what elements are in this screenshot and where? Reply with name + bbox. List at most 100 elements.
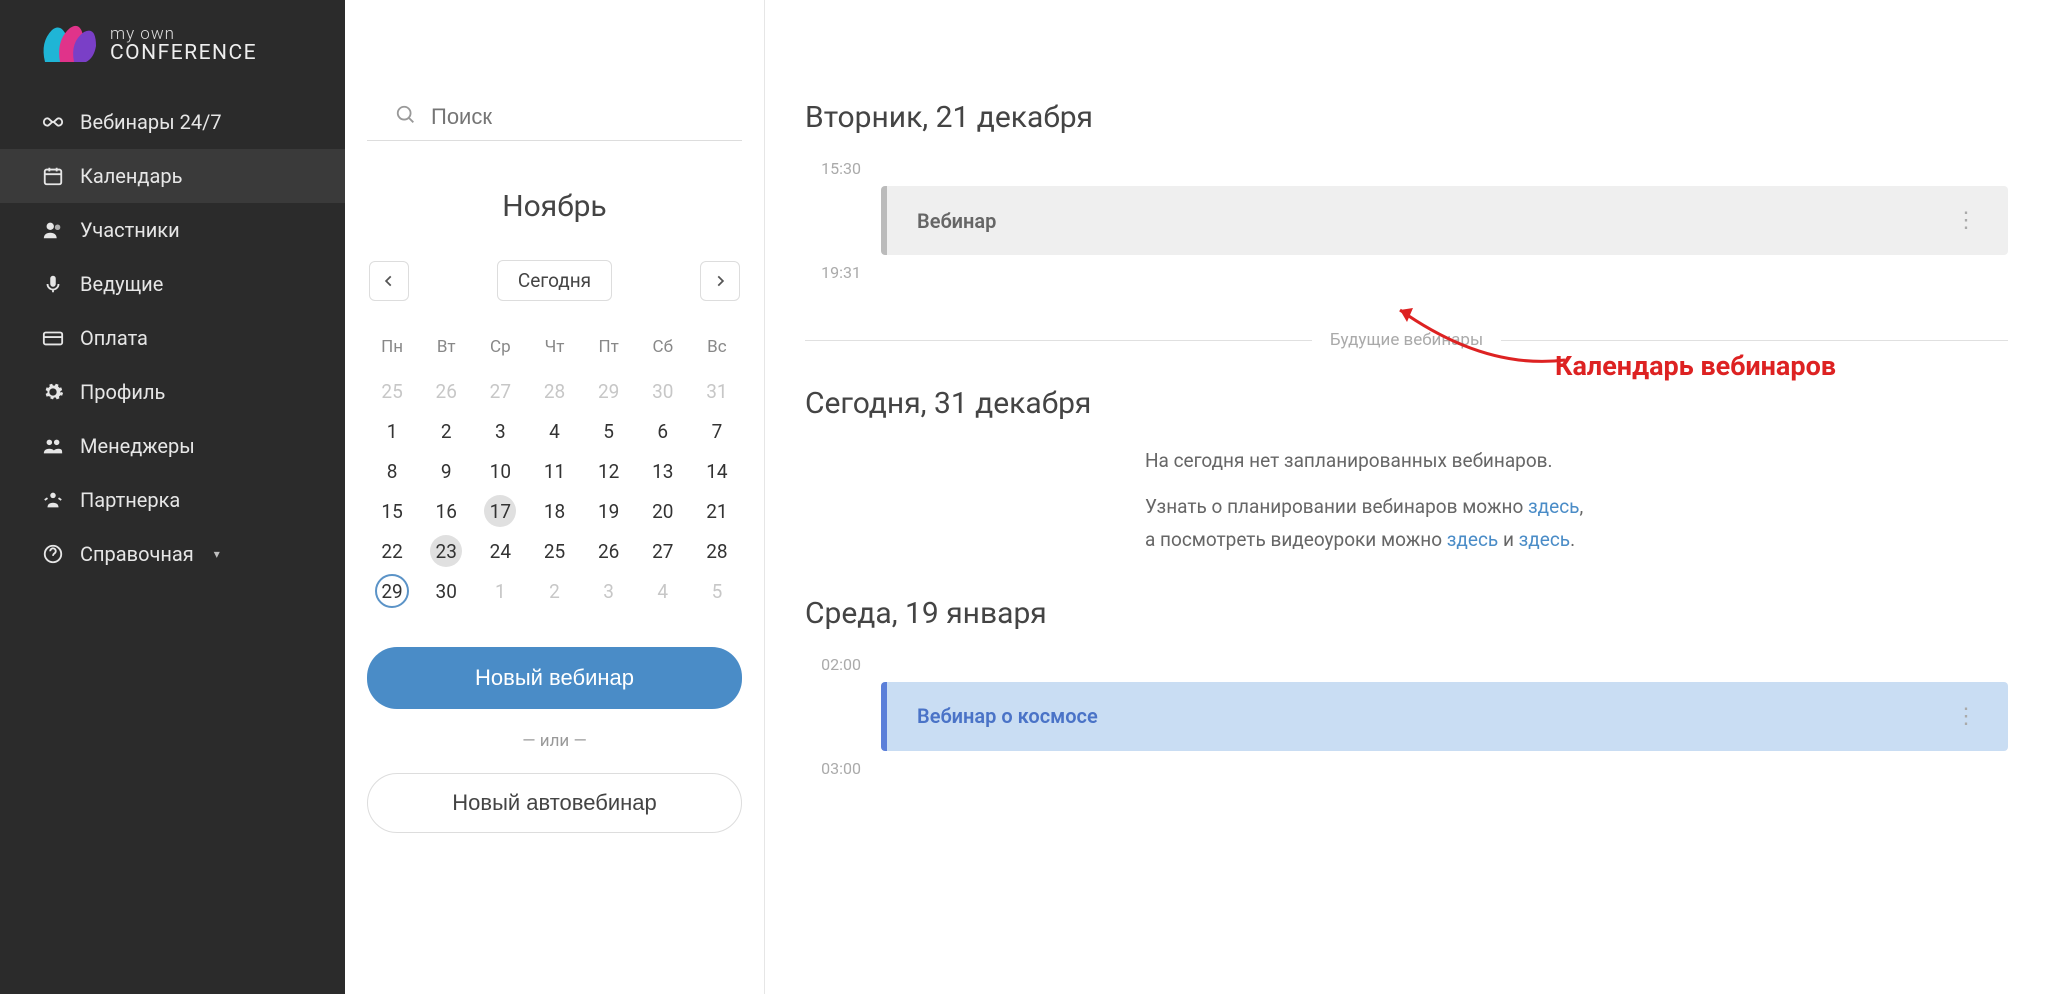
calendar-day[interactable]: 31 (690, 371, 744, 411)
sidebar-item-label: Профиль (80, 380, 165, 404)
day-section-today: Сегодня, 31 декабря На сегодня нет запла… (805, 386, 2008, 556)
search-input[interactable] (431, 104, 714, 130)
sidebar-item-partner[interactable]: Партнерка (0, 473, 345, 527)
new-webinar-button[interactable]: Новый вебинар (367, 647, 742, 709)
logo-text: my own CONFERENCE (110, 26, 257, 64)
or-divider: — или — (345, 731, 764, 751)
calendar-day[interactable]: 12 (582, 451, 636, 491)
calendar-day[interactable]: 1 (365, 411, 419, 451)
calendar-day[interactable]: 7 (690, 411, 744, 451)
calendar-day[interactable]: 17 (473, 491, 527, 531)
calendar-day[interactable]: 8 (365, 451, 419, 491)
sidebar-item-help[interactable]: Справочная▾ (0, 527, 345, 581)
calendar-day[interactable]: 20 (636, 491, 690, 531)
dow-label: Чт (527, 331, 581, 371)
month-label: Ноябрь (345, 189, 764, 224)
calendar-day[interactable]: 24 (473, 531, 527, 571)
calendar-day[interactable]: 30 (636, 371, 690, 411)
calendar-day[interactable]: 28 (527, 371, 581, 411)
calendar-day[interactable]: 3 (582, 571, 636, 611)
calendar-day[interactable]: 14 (690, 451, 744, 491)
time-label: 19:31 (805, 263, 861, 282)
calendar-day[interactable]: 3 (473, 411, 527, 451)
sidebar-item-label: Участники (80, 218, 180, 242)
calendar-day[interactable]: 2 (419, 411, 473, 451)
calendar-day[interactable]: 5 (690, 571, 744, 611)
day-section-future: Среда, 19 января 02:00 Вебинар о космосе… (805, 596, 2008, 778)
calendar-day[interactable]: 5 (582, 411, 636, 451)
calendar-day[interactable]: 15 (365, 491, 419, 531)
search-box (367, 38, 742, 141)
calendar-day[interactable]: 26 (582, 531, 636, 571)
kebab-icon[interactable]: ⋮ (1955, 208, 1978, 233)
event-title: Вебинар (917, 209, 996, 233)
dow-label: Сб (636, 331, 690, 371)
time-label: 02:00 (805, 655, 861, 674)
kebab-icon[interactable]: ⋮ (1955, 704, 1978, 729)
calendar-icon (42, 165, 64, 187)
dow-label: Вс (690, 331, 744, 371)
managers-icon (42, 435, 64, 457)
help-icon (42, 543, 64, 565)
calendar-day[interactable]: 26 (419, 371, 473, 411)
calendar-panel: Ноябрь Сегодня ПнВтСрЧтПтСбВс 2526272829… (345, 0, 765, 994)
card-icon (42, 327, 64, 349)
calendar-day[interactable]: 30 (419, 571, 473, 611)
calendar-day[interactable]: 6 (636, 411, 690, 451)
calendar-day[interactable]: 29 (582, 371, 636, 411)
calendar-day[interactable]: 25 (365, 371, 419, 411)
calendar-day[interactable]: 9 (419, 451, 473, 491)
sidebar-item-mic[interactable]: Ведущие (0, 257, 345, 311)
logo: my own CONFERENCE (0, 18, 345, 89)
logo-mark-icon (40, 22, 100, 67)
new-autowebinar-button[interactable]: Новый автовебинар (367, 773, 742, 833)
help-link[interactable]: здесь (1528, 495, 1579, 518)
calendar-day[interactable]: 23 (419, 531, 473, 571)
sidebar: my own CONFERENCE Вебинары 24/7Календарь… (0, 0, 345, 994)
search-icon (395, 104, 417, 130)
event-title: Вебинар о космосе (917, 704, 1098, 728)
event-card[interactable]: Вебинар ⋮ (881, 186, 2008, 255)
partner-icon (42, 489, 64, 511)
sidebar-item-calendar[interactable]: Календарь (0, 149, 345, 203)
video-link-2[interactable]: здесь (1519, 528, 1570, 551)
main-content: Вторник, 21 декабря 15:30 Вебинар ⋮ (765, 0, 2048, 994)
calendar-day[interactable]: 1 (473, 571, 527, 611)
dow-label: Ср (473, 331, 527, 371)
sidebar-item-managers[interactable]: Менеджеры (0, 419, 345, 473)
calendar-day[interactable]: 19 (582, 491, 636, 531)
calendar-day[interactable]: 2 (527, 571, 581, 611)
event-card[interactable]: Вебинар о космосе ⋮ (881, 682, 2008, 751)
calendar-day[interactable]: 22 (365, 531, 419, 571)
calendar-day[interactable]: 28 (690, 531, 744, 571)
day-section: Вторник, 21 декабря 15:30 Вебинар ⋮ (805, 100, 2008, 282)
calendar-day[interactable]: 13 (636, 451, 690, 491)
sidebar-item-label: Оплата (80, 326, 148, 350)
gear-icon (42, 381, 64, 403)
sidebar-item-infinity[interactable]: Вебинары 24/7 (0, 95, 345, 149)
calendar-day[interactable]: 27 (636, 531, 690, 571)
calendar-day[interactable]: 27 (473, 371, 527, 411)
calendar-day[interactable]: 4 (636, 571, 690, 611)
today-button[interactable]: Сегодня (497, 260, 612, 301)
calendar-day[interactable]: 4 (527, 411, 581, 451)
calendar-day[interactable]: 11 (527, 451, 581, 491)
sidebar-item-label: Ведущие (80, 272, 163, 296)
calendar-day[interactable]: 18 (527, 491, 581, 531)
sidebar-item-users[interactable]: Участники (0, 203, 345, 257)
next-month-button[interactable] (700, 261, 740, 301)
sidebar-item-label: Менеджеры (80, 434, 195, 458)
calendar-grid: ПнВтСрЧтПтСбВс 2526272829303112345678910… (365, 331, 744, 611)
calendar-day[interactable]: 25 (527, 531, 581, 571)
calendar-day[interactable]: 16 (419, 491, 473, 531)
sidebar-item-label: Партнерка (80, 488, 180, 512)
mic-icon (42, 273, 64, 295)
prev-month-button[interactable] (369, 261, 409, 301)
sidebar-item-card[interactable]: Оплата (0, 311, 345, 365)
calendar-day[interactable]: 29 (365, 571, 419, 611)
calendar-day[interactable]: 21 (690, 491, 744, 531)
sidebar-item-gear[interactable]: Профиль (0, 365, 345, 419)
dow-label: Вт (419, 331, 473, 371)
calendar-day[interactable]: 10 (473, 451, 527, 491)
video-link-1[interactable]: здесь (1447, 528, 1498, 551)
